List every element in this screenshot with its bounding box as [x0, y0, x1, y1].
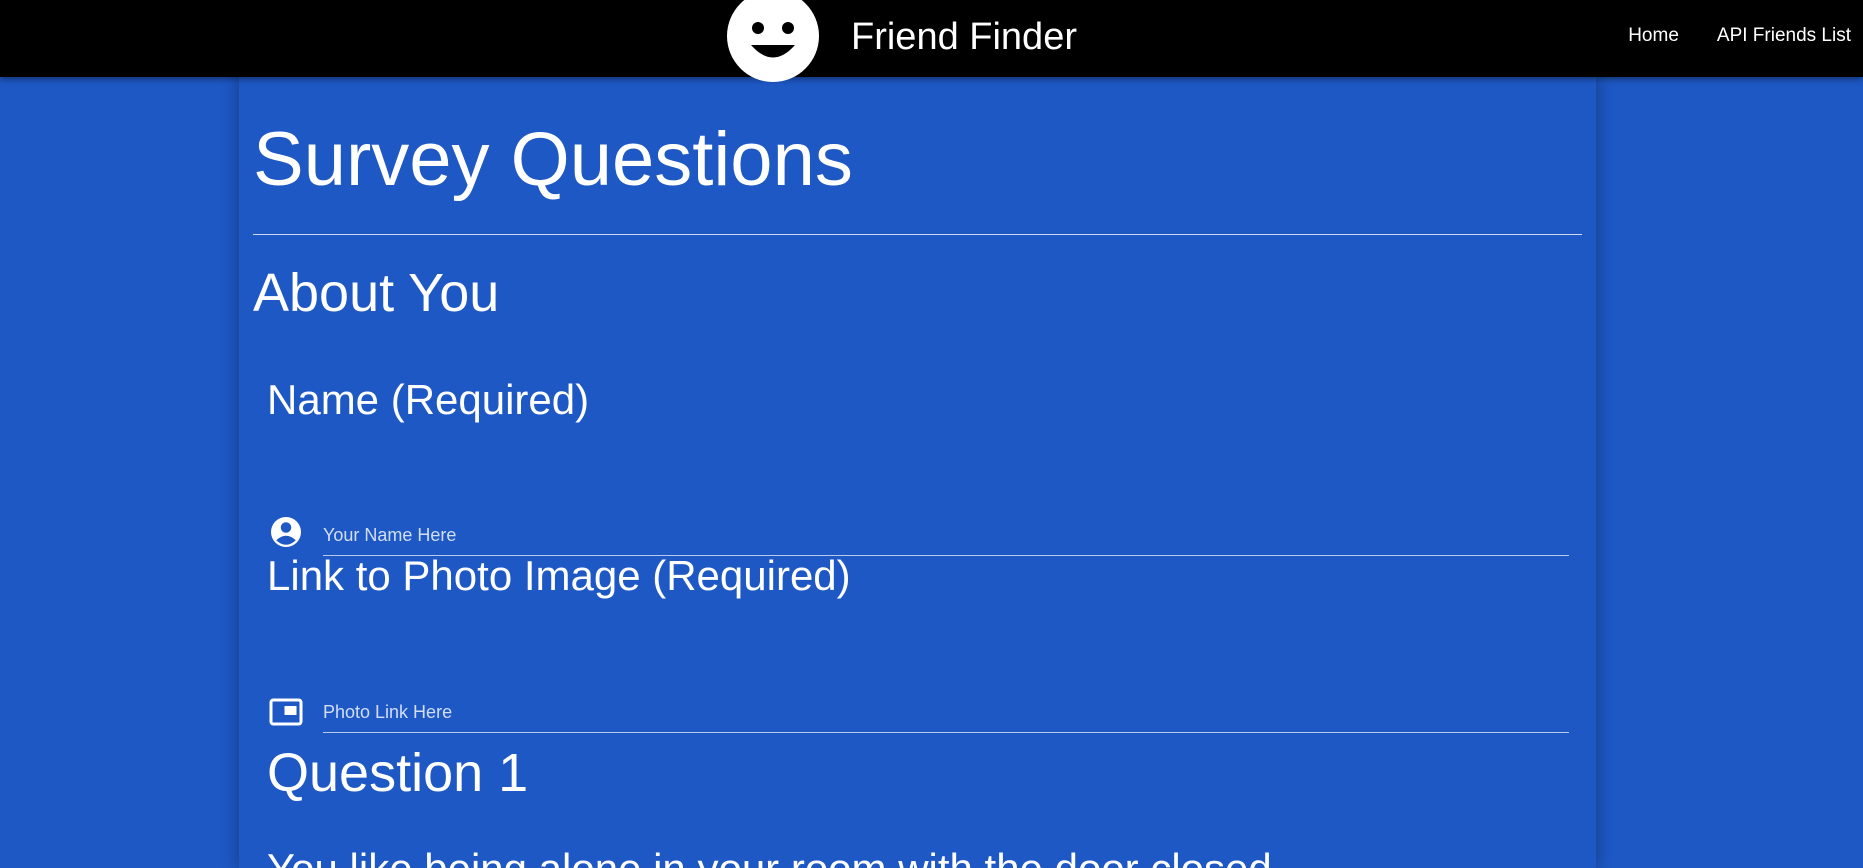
- title-divider: [253, 234, 1582, 235]
- page-title: Survey Questions: [253, 117, 853, 202]
- name-field-label: Name (Required): [267, 376, 590, 423]
- question-1-heading: Question 1: [267, 743, 529, 803]
- section-heading-about-you: About You: [253, 263, 500, 323]
- photo-field-label: Link to Photo Image (Required): [267, 552, 851, 599]
- account-circle-icon: [271, 517, 301, 547]
- nav-links: Home API Friends List: [1628, 22, 1851, 50]
- brand-title[interactable]: Friend Finder: [851, 14, 1077, 60]
- nav-link-api-friends-list[interactable]: API Friends List: [1717, 22, 1851, 50]
- nav-link-home[interactable]: Home: [1628, 22, 1679, 50]
- top-navbar: Friend Finder Home API Friends List: [0, 0, 1863, 82]
- question-1-text: You like being alone in your room with t…: [267, 843, 1283, 868]
- survey-card: Survey Questions About You Name (Require…: [239, 77, 1596, 868]
- smiley-face-icon[interactable]: [727, 0, 819, 82]
- photo-link-input[interactable]: [323, 692, 1569, 733]
- picture-in-picture-icon: [269, 698, 303, 726]
